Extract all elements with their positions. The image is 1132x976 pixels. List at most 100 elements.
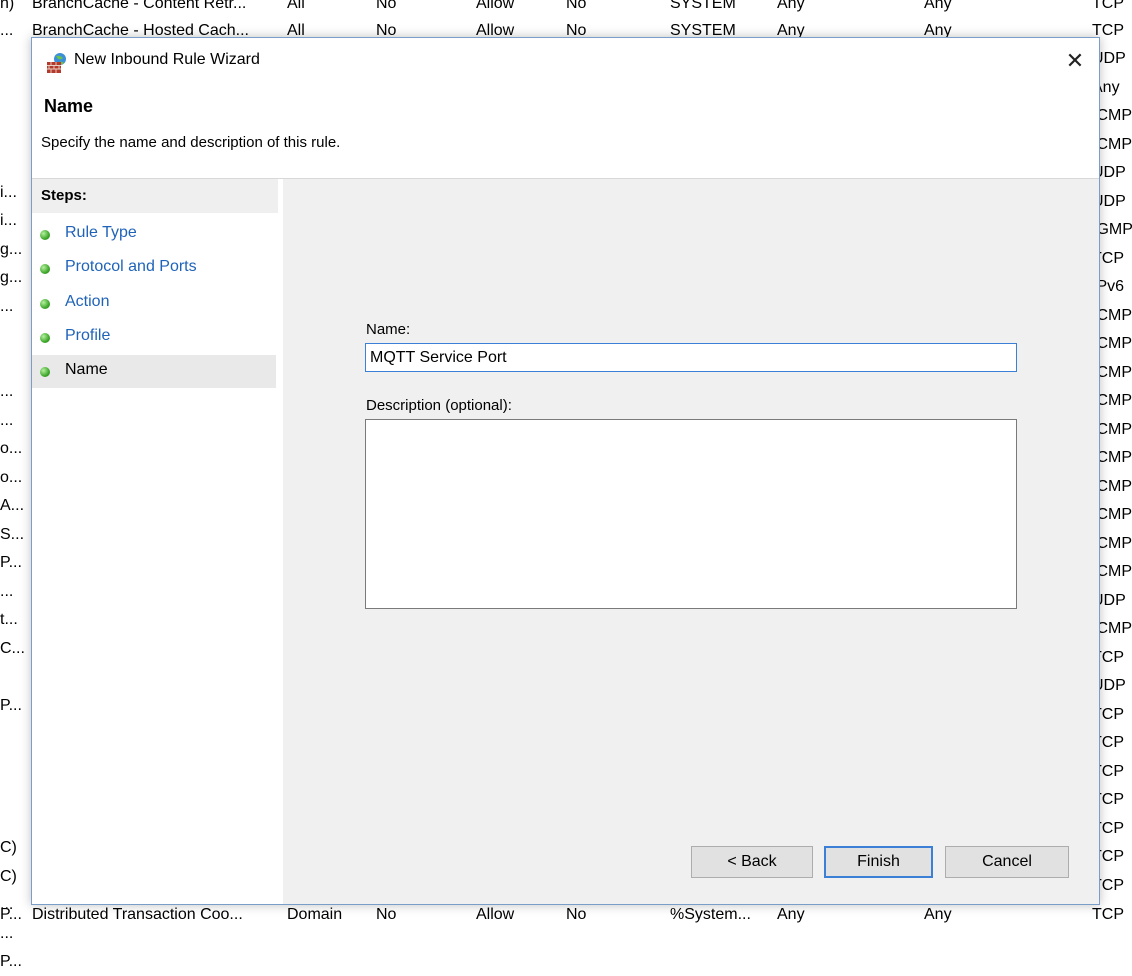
row-left-fragment: P...: [0, 953, 22, 970]
step-name: Name: [32, 355, 276, 388]
row-protocol-fragment: ICMP: [1100, 359, 1132, 387]
row-left-fragment: ...: [0, 297, 14, 315]
rule-override: No: [566, 0, 587, 12]
dialog-title: New Inbound Rule Wizard: [74, 51, 260, 68]
row-left-fragment: g...: [0, 269, 23, 286]
row-left-fragment: i...: [0, 212, 17, 229]
row-protocol-fragment: ICMP: [1100, 444, 1132, 472]
row-protocol-fragment: TCP: [1100, 245, 1132, 273]
step-label: Profile: [65, 327, 111, 344]
description-input[interactable]: [365, 419, 1017, 609]
row-left-fragment: [0, 122, 30, 150]
protocol-text: ICMP: [1100, 107, 1132, 124]
row-protocol-fragment: TCP: [1100, 815, 1132, 843]
row-left-fragment: [0, 93, 30, 121]
row-protocol-fragment: IGMP: [1100, 216, 1132, 244]
row-protocol-fragment: UDP: [1100, 188, 1132, 216]
row-left-fragment: [0, 720, 30, 748]
rule-enabled: No: [376, 0, 397, 12]
name-label: Name:: [366, 321, 411, 338]
protocol-text: TCP: [1100, 848, 1124, 865]
rule-profile: Domain: [287, 906, 343, 923]
protocol-text: ICMP: [1100, 506, 1132, 523]
row-left-fragment: [0, 150, 30, 178]
step-action[interactable]: Action: [32, 287, 276, 320]
row-protocol-fragment: TCP: [1100, 872, 1132, 900]
steps-heading: Steps:: [32, 179, 278, 213]
protocol-text: TCP: [1100, 648, 1124, 666]
row-left-fragment: t...: [0, 611, 18, 628]
rule-program: SYSTEM: [670, 0, 736, 12]
row-protocol-fragment: Any: [1100, 74, 1132, 102]
close-icon[interactable]: ✕: [1059, 46, 1091, 78]
description-label: Description (optional):: [366, 397, 512, 414]
table-row[interactable]: h) BranchCache - Content Retr... All No …: [0, 0, 1132, 18]
back-button[interactable]: < Back: [691, 846, 813, 878]
protocol-text: IGMP: [1100, 221, 1132, 238]
protocol-text: ICMP: [1100, 449, 1132, 466]
protocol-text: TCP: [1100, 705, 1124, 723]
steps-panel: Steps: Rule Type Protocol and Ports Acti…: [32, 179, 283, 904]
row-left-fragment: o...: [0, 440, 23, 457]
protocol-text: UDP: [1100, 677, 1126, 694]
step-rule-type[interactable]: Rule Type: [32, 218, 276, 251]
green-bullet-icon: [40, 367, 50, 377]
row-left-fragment: C...: [0, 639, 25, 657]
row-left-fragment: ...: [0, 22, 14, 39]
row-protocol-fragment: UDP: [1100, 587, 1132, 615]
table-row[interactable]: P... Distributed Transaction Coo... Doma…: [0, 901, 1132, 929]
finish-button[interactable]: Finish: [824, 846, 933, 878]
row-left-fragment: [0, 749, 30, 777]
rule-name: BranchCache - Content Retr...: [32, 0, 247, 12]
protocol-text: ICMP: [1100, 392, 1132, 409]
protocol-text: TCP: [1100, 734, 1124, 751]
rule-local: Any: [777, 0, 805, 12]
wizard-header: Name Specify the name and description of…: [32, 86, 1099, 179]
step-profile[interactable]: Profile: [32, 321, 276, 354]
wizard-content: Name: Description (optional): < Back Fin…: [283, 179, 1099, 904]
row-protocol-fragment: TCP: [1100, 701, 1132, 729]
row-left-fragment: [0, 777, 30, 805]
rule-action: Allow: [476, 0, 515, 12]
protocol-text: ICMP: [1100, 534, 1132, 552]
rule-profile: All: [287, 0, 305, 12]
row-protocol-fragment: TCP: [1100, 644, 1132, 672]
protocol-text: UDP: [1100, 164, 1126, 181]
row-left-fragment: [0, 663, 30, 691]
step-label: Action: [65, 293, 110, 310]
row-protocol-fragment: ICMP: [1100, 501, 1132, 529]
row-left-fragment: ...: [0, 383, 14, 400]
protocol-text: UDP: [1100, 50, 1126, 67]
row-left-fragment: ...: [0, 896, 14, 913]
green-bullet-icon: [40, 264, 50, 274]
row-left-fragment: ...: [0, 582, 14, 600]
rule-remote: Any: [924, 906, 952, 923]
page-title: Name: [44, 96, 94, 116]
row-left-fragment: i...: [0, 183, 17, 201]
row-protocol-fragment: ICMP: [1100, 530, 1132, 558]
cancel-button[interactable]: Cancel: [945, 846, 1069, 878]
row-left-fragment: h): [0, 0, 15, 12]
row-left-fragment: S...: [0, 525, 25, 543]
protocol-text: TCP: [1100, 249, 1124, 267]
rule-program: %System...: [670, 906, 751, 923]
protocol-text: ICMP: [1100, 306, 1132, 324]
row-protocol-fragment: ICMP: [1100, 131, 1132, 159]
protocol-text: ICMP: [1100, 477, 1132, 495]
name-input[interactable]: [365, 343, 1017, 372]
row-protocol-fragment: TCP: [1100, 729, 1132, 757]
step-label: Name: [65, 361, 108, 378]
green-bullet-icon: [40, 230, 50, 240]
dialog-title-bar[interactable]: New Inbound Rule Wizard ✕: [32, 38, 1099, 86]
row-protocol-fragment: TCP: [1100, 786, 1132, 814]
protocol-text: ICMP: [1100, 563, 1132, 580]
row-protocol-fragment: UDP: [1100, 45, 1132, 73]
step-protocol-and-ports[interactable]: Protocol and Ports: [32, 252, 276, 285]
page-subtitle: Specify the name and description of this…: [41, 134, 341, 151]
protocol-text: UDP: [1100, 591, 1126, 609]
row-protocol-fragment: ICMP: [1100, 302, 1132, 330]
new-inbound-rule-wizard-dialog: New Inbound Rule Wizard ✕ Name Specify t…: [31, 37, 1100, 905]
green-bullet-icon: [40, 299, 50, 309]
rule-override: No: [566, 906, 587, 923]
row-protocol-fragment: UDP: [1100, 159, 1132, 187]
